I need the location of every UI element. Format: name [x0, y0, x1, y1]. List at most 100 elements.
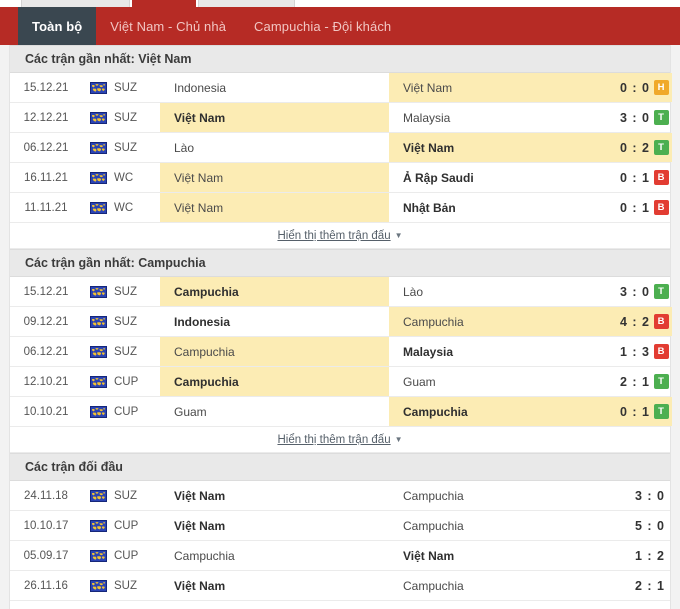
flag-cell — [82, 481, 114, 510]
home-team[interactable]: Việt Nam — [160, 163, 389, 192]
section-header: Các trận đối đầu — [10, 453, 670, 481]
away-team[interactable]: Campuchia — [389, 397, 593, 426]
away-team[interactable]: Nhật Bản — [389, 193, 593, 222]
flag-cell — [82, 163, 114, 192]
home-team[interactable]: Campuchia — [160, 541, 389, 570]
table-row[interactable]: 15.12.21 SUZ Campuchia Lào 3 : 0T — [10, 277, 670, 307]
table-row[interactable]: 11.11.21 WC Việt Nam Nhật Bản 0 : 1B — [10, 193, 670, 223]
home-team[interactable]: Campuchia — [160, 367, 389, 396]
match-score: 0 : 1 — [619, 170, 650, 185]
competition-flag-icon — [89, 141, 107, 154]
competition-code: WC — [114, 171, 134, 184]
tab-0[interactable]: Toàn bộ — [18, 7, 97, 45]
away-team[interactable]: Việt Nam — [389, 73, 593, 102]
home-team[interactable]: Campuchia — [160, 277, 389, 306]
match-date: 06.12.21 — [23, 345, 69, 358]
table-row[interactable]: 05.09.17 CUP Campuchia Việt Nam 1 : 2 — [10, 541, 670, 571]
home-team[interactable]: Việt Nam — [160, 103, 389, 132]
home-team[interactable]: Guam — [160, 397, 389, 426]
home-team[interactable]: Campuchia — [160, 337, 389, 366]
table-row[interactable]: 10.10.17 CUP Việt Nam Campuchia 5 : 0 — [10, 511, 670, 541]
away-team[interactable]: Việt Nam — [389, 133, 593, 162]
show-more-row[interactable]: Hiển thị thêm trận đấu ▼ — [10, 427, 670, 453]
match-score: 2 : 1 — [619, 374, 650, 389]
table-row[interactable]: 11.12.09FICampuchiaViệt Nam1 : 6 — [10, 601, 670, 609]
competition-flag-icon — [89, 111, 107, 124]
match-score: 1 : 3 — [619, 344, 650, 359]
match-date: 15.12.21 — [23, 285, 69, 298]
home-team[interactable]: Campuchia — [160, 601, 389, 609]
status-badge: T — [653, 374, 669, 389]
result-badge-cell: T — [650, 397, 672, 426]
competition-code: CUP — [114, 375, 139, 388]
chevron-down-icon[interactable]: ▼ — [395, 231, 403, 240]
partial-tab-strip — [0, 0, 680, 7]
tab-strip-segment-2[interactable] — [198, 0, 295, 7]
section-header: Các trận gần nhất: Việt Nam — [10, 45, 670, 73]
away-team[interactable]: Lào — [389, 277, 593, 306]
match-score: 3 : 0 — [634, 488, 665, 503]
status-badge: B — [653, 314, 669, 329]
tab-strip-segment-1[interactable] — [21, 0, 130, 7]
tab-2[interactable]: Campuchia - Đội khách — [240, 7, 405, 45]
home-team[interactable]: Indonesia — [160, 73, 389, 102]
section-header: Các trận gần nhất: Campuchia — [10, 249, 670, 277]
home-team[interactable]: Việt Nam — [160, 481, 389, 510]
table-row[interactable]: 10.10.21 CUP Guam Campuchia 0 : 1T — [10, 397, 672, 427]
table-row[interactable]: 16.11.21 WC Việt Nam Ả Rập Saudi 0 : 1B — [10, 163, 670, 193]
away-team[interactable]: Malaysia — [389, 103, 593, 132]
result-badge-cell: T — [650, 103, 672, 132]
match-date: 06.12.21 — [23, 141, 69, 154]
competition-flag-icon — [89, 315, 107, 328]
competition-flag-icon — [89, 489, 107, 502]
status-badge: H — [653, 80, 669, 95]
home-team[interactable]: Lào — [160, 133, 389, 162]
table-row[interactable]: 06.12.21 SUZ Campuchia Malaysia 1 : 3B — [10, 337, 670, 367]
table-row[interactable]: 06.12.21 SUZ Lào Việt Nam 0 : 2T — [10, 133, 672, 163]
result-badge-cell: B — [650, 193, 672, 222]
content-body: Các trận gần nhất: Việt Nam 15.12.21 SUZ In… — [0, 45, 680, 609]
competition-flag-icon — [89, 549, 107, 562]
table-row[interactable]: 12.12.21 SUZ Việt Nam Malaysia 3 : 0T — [10, 103, 670, 133]
status-badge: T — [653, 110, 669, 125]
flag-cell — [82, 307, 114, 336]
tab-1[interactable]: Việt Nam - Chủ nhà — [96, 7, 240, 45]
result-badge-cell: B — [650, 337, 672, 366]
competition-code: SUZ — [114, 141, 137, 154]
home-team[interactable]: Việt Nam — [160, 193, 389, 222]
away-team[interactable]: Việt Nam — [389, 601, 593, 609]
chevron-down-icon[interactable]: ▼ — [395, 435, 403, 444]
result-badge-cell: T — [650, 367, 672, 396]
away-team[interactable]: Campuchia — [389, 307, 593, 336]
flag-cell — [82, 103, 114, 132]
away-team[interactable]: Campuchia — [389, 571, 593, 600]
table-row[interactable]: 24.11.18 SUZ Việt Nam Campuchia 3 : 0 — [10, 481, 670, 511]
competition-code: SUZ — [114, 315, 137, 328]
show-more-link[interactable]: Hiển thị thêm trận đấu — [277, 230, 390, 242]
show-more-row[interactable]: Hiển thị thêm trận đấu ▼ — [10, 223, 670, 249]
away-team[interactable]: Ả Rập Saudi — [389, 163, 593, 192]
away-team[interactable]: Việt Nam — [389, 541, 593, 570]
show-more-link[interactable]: Hiển thị thêm trận đấu — [277, 434, 390, 446]
match-date: 26.11.16 — [24, 579, 68, 592]
tab-strip-segment-active[interactable] — [132, 0, 196, 7]
competition-flag-icon — [89, 285, 107, 298]
away-team[interactable]: Guam — [389, 367, 593, 396]
competition-code: SUZ — [114, 111, 137, 124]
match-date: 10.10.21 — [23, 405, 69, 418]
table-row[interactable]: 26.11.16 SUZ Việt Nam Campuchia 2 : 1 — [10, 571, 670, 601]
away-team[interactable]: Campuchia — [389, 511, 593, 540]
competition-code: CUP — [114, 519, 139, 532]
competition-flag-icon — [89, 375, 107, 388]
away-team[interactable]: Malaysia — [389, 337, 593, 366]
table-row[interactable]: 09.12.21 SUZ Indonesia Campuchia 4 : 2B — [10, 307, 672, 337]
away-team[interactable]: Campuchia — [389, 481, 593, 510]
home-team[interactable]: Việt Nam — [160, 571, 389, 600]
home-team[interactable]: Việt Nam — [160, 511, 389, 540]
table-row[interactable]: 15.12.21 SUZ Indonesia Việt Nam 0 : 0H — [10, 73, 672, 103]
home-team[interactable]: Indonesia — [160, 307, 389, 336]
page-root: Toàn bộ Việt Nam - Chủ nhà Campuchia - Đội… — [0, 0, 680, 609]
competition-code: SUZ — [114, 81, 137, 94]
flag-cell — [82, 337, 114, 366]
table-row[interactable]: 12.10.21 CUP Campuchia Guam 2 : 1T — [10, 367, 670, 397]
